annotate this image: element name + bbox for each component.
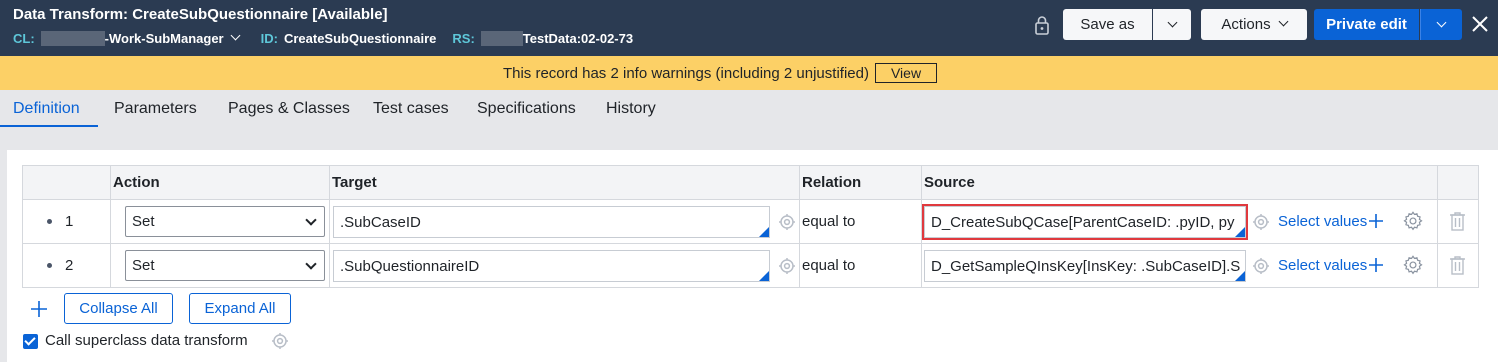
- record-meta: CL: -Work-SubManager ID: CreateSubQuesti…: [13, 30, 634, 46]
- action-select[interactable]: Set: [125, 206, 325, 237]
- redacted-text: [480, 31, 523, 46]
- row-bullet-icon: [47, 263, 52, 268]
- close-icon[interactable]: [1470, 14, 1490, 34]
- source-cell: D_GetSampleQInsKey[InsKey: .SubCaseID].S…: [921, 243, 1438, 288]
- select-values-link[interactable]: Select values: [1278, 213, 1367, 230]
- cl-value[interactable]: -Work-SubManager: [105, 31, 224, 46]
- chevron-down-icon[interactable]: [230, 30, 241, 41]
- target-picker-icon[interactable]: [778, 213, 796, 231]
- chevron-down-icon: [1167, 17, 1177, 28]
- chevron-down-icon: [1278, 16, 1289, 27]
- chevron-down-icon: [1436, 17, 1447, 28]
- actions-button[interactable]: Actions: [1201, 9, 1307, 40]
- action-select-value: Set: [132, 213, 155, 230]
- id-value: CreateSubQuestionnaire: [283, 31, 437, 46]
- select-values-link[interactable]: Select values: [1278, 257, 1367, 274]
- delete-cell: [1437, 199, 1479, 244]
- data-transform-grid: Action Target Relation Source 1 Set .Sub…: [22, 165, 1479, 288]
- expand-all-button[interactable]: Expand All: [189, 293, 291, 324]
- target-picker-icon[interactable]: [778, 257, 796, 275]
- warning-banner: This record has 2 info warnings (includi…: [0, 56, 1498, 90]
- header-num: [22, 165, 111, 200]
- trash-icon[interactable]: [1449, 255, 1466, 276]
- action-cell: Set: [110, 243, 330, 288]
- grid-header-row: Action Target Relation Source: [22, 165, 1479, 200]
- target-cell: .SubQuestionnaireID: [329, 243, 800, 288]
- tab-pages-classes[interactable]: Pages & Classes: [228, 100, 350, 118]
- action-select-value: Set: [132, 257, 155, 274]
- row-number-cell: 2: [22, 243, 111, 288]
- tab-definition[interactable]: Definition: [13, 100, 80, 118]
- record-header: Data Transform: CreateSubQuestionnaire […: [0, 0, 1498, 56]
- row-number: 2: [65, 257, 74, 274]
- source-picker-icon[interactable]: [1252, 213, 1270, 231]
- tab-test-cases[interactable]: Test cases: [373, 100, 449, 118]
- source-value: D_GetSampleQInsKey[InsKey: .SubCaseID].S: [931, 257, 1241, 275]
- relation-value[interactable]: equal to: [800, 257, 855, 274]
- row-bullet-icon: [47, 219, 52, 224]
- cl-label: CL:: [13, 31, 35, 46]
- header-source: Source: [921, 165, 1438, 200]
- lock-icon[interactable]: [1034, 15, 1050, 35]
- source-value: D_CreateSubQCase[ParentCaseID: .pyID, py: [931, 213, 1235, 231]
- row-number-cell: 1: [22, 199, 111, 244]
- action-select[interactable]: Set: [125, 250, 325, 281]
- view-warnings-button[interactable]: View: [874, 63, 938, 83]
- header-target: Target: [329, 165, 800, 200]
- header-delete: [1437, 165, 1479, 200]
- action-cell: Set: [110, 199, 330, 244]
- call-superclass-checkbox[interactable]: [23, 334, 38, 349]
- relation-cell: equal to: [799, 199, 922, 244]
- collapse-all-button[interactable]: Collapse All: [64, 293, 173, 324]
- chevron-down-icon: [305, 258, 317, 270]
- rs-label: RS:: [452, 31, 475, 46]
- add-row-icon[interactable]: [30, 300, 48, 318]
- private-edit-button[interactable]: Private edit: [1314, 9, 1419, 40]
- target-value: .SubQuestionnaireID: [340, 257, 480, 275]
- plus-icon[interactable]: [1368, 213, 1384, 229]
- tab-parameters[interactable]: Parameters: [114, 100, 197, 118]
- superclass-picker-icon[interactable]: [271, 332, 289, 350]
- active-tab-indicator: [0, 125, 98, 127]
- autocomplete-corner-icon: [759, 271, 769, 281]
- tab-specifications[interactable]: Specifications: [477, 100, 576, 118]
- relation-cell: equal to: [799, 243, 922, 288]
- warning-message: This record has 2 info warnings (includi…: [502, 64, 869, 82]
- source-input[interactable]: D_GetSampleQInsKey[InsKey: .SubCaseID].S: [924, 250, 1246, 282]
- source-input[interactable]: D_CreateSubQCase[ParentCaseID: .pyID, py: [922, 204, 1248, 240]
- tab-history[interactable]: History: [606, 100, 656, 118]
- autocomplete-corner-icon: [1235, 227, 1245, 237]
- chevron-down-icon: [305, 214, 317, 226]
- plus-icon[interactable]: [1368, 257, 1384, 273]
- gear-icon[interactable]: [1402, 210, 1424, 232]
- redacted-text: [40, 31, 105, 46]
- source-cell: D_CreateSubQCase[ParentCaseID: .pyID, py…: [921, 199, 1438, 244]
- target-input[interactable]: .SubCaseID: [333, 206, 770, 238]
- save-as-dropdown-button[interactable]: [1153, 9, 1191, 40]
- table-row[interactable]: 2 Set .SubQuestionnaireID equal to D_Get…: [22, 243, 1479, 288]
- source-picker-icon[interactable]: [1252, 257, 1270, 275]
- call-superclass-label: Call superclass data transform: [45, 332, 248, 349]
- record-title: Data Transform: CreateSubQuestionnaire […: [13, 6, 388, 23]
- header-relation: Relation: [799, 165, 922, 200]
- target-input[interactable]: .SubQuestionnaireID: [333, 250, 770, 282]
- save-as-button[interactable]: Save as: [1063, 9, 1152, 40]
- row-number: 1: [65, 213, 74, 230]
- trash-icon[interactable]: [1449, 211, 1466, 232]
- header-action: Action: [110, 165, 330, 200]
- private-edit-dropdown-button[interactable]: [1420, 9, 1462, 40]
- rs-value: TestData:02-02-73: [522, 31, 634, 46]
- autocomplete-corner-icon: [1235, 271, 1245, 281]
- table-row[interactable]: 1 Set .SubCaseID equal to D_CreateSubQCa…: [22, 199, 1479, 244]
- autocomplete-corner-icon: [759, 227, 769, 237]
- gear-icon[interactable]: [1402, 254, 1424, 276]
- delete-cell: [1437, 243, 1479, 288]
- target-cell: .SubCaseID: [329, 199, 800, 244]
- relation-value[interactable]: equal to: [800, 213, 855, 230]
- actions-label: Actions: [1221, 16, 1271, 33]
- tab-bar: Definition Parameters Pages & Classes Te…: [0, 90, 1498, 128]
- id-label: ID:: [260, 31, 278, 46]
- target-value: .SubCaseID: [340, 213, 421, 231]
